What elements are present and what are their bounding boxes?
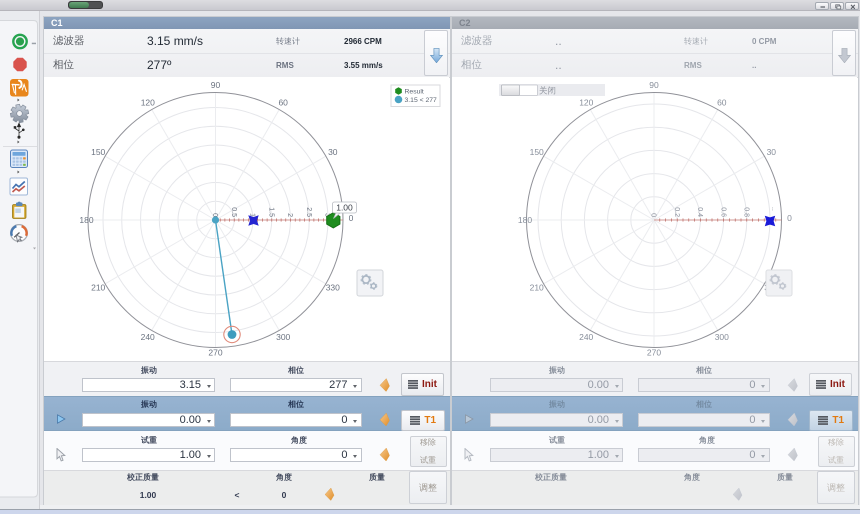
svg-text:30: 30: [328, 147, 338, 157]
svg-text:..: ..: [770, 207, 779, 211]
svg-text:270: 270: [208, 347, 222, 357]
svg-text:0.8: 0.8: [743, 207, 750, 217]
svg-text:0.2: 0.2: [673, 207, 680, 217]
svg-text:90: 90: [649, 80, 659, 90]
svg-text:240: 240: [579, 332, 593, 342]
svg-text:240: 240: [141, 332, 155, 342]
svg-text:0: 0: [349, 213, 354, 223]
svg-text:120: 120: [141, 97, 155, 107]
svg-text:Result: Result: [405, 89, 424, 96]
svg-text:180: 180: [518, 215, 532, 225]
svg-text:0.4: 0.4: [696, 207, 703, 217]
svg-text:0.6: 0.6: [719, 207, 726, 217]
svg-text:330: 330: [326, 283, 340, 293]
svg-text:2: 2: [286, 213, 293, 217]
svg-text:0: 0: [650, 213, 657, 217]
svg-text:0.5: 0.5: [230, 207, 237, 217]
svg-text:120: 120: [579, 97, 593, 107]
svg-text:210: 210: [91, 282, 105, 292]
svg-text:90: 90: [211, 80, 221, 90]
svg-text:150: 150: [91, 147, 105, 157]
svg-text:30: 30: [767, 147, 777, 157]
svg-text:300: 300: [276, 332, 290, 342]
svg-text:150: 150: [530, 147, 544, 157]
svg-text:180: 180: [79, 215, 93, 225]
svg-text:270: 270: [647, 347, 661, 357]
svg-text:60: 60: [717, 97, 727, 107]
svg-text:0: 0: [787, 213, 792, 223]
svg-text:2.5: 2.5: [305, 207, 312, 217]
svg-text:60: 60: [278, 97, 288, 107]
svg-text:300: 300: [715, 332, 729, 342]
svg-text:1.5: 1.5: [267, 207, 274, 217]
svg-text:210: 210: [530, 282, 544, 292]
svg-text:1.00: 1.00: [336, 203, 353, 213]
svg-text:3.15 < 277: 3.15 < 277: [405, 97, 438, 104]
